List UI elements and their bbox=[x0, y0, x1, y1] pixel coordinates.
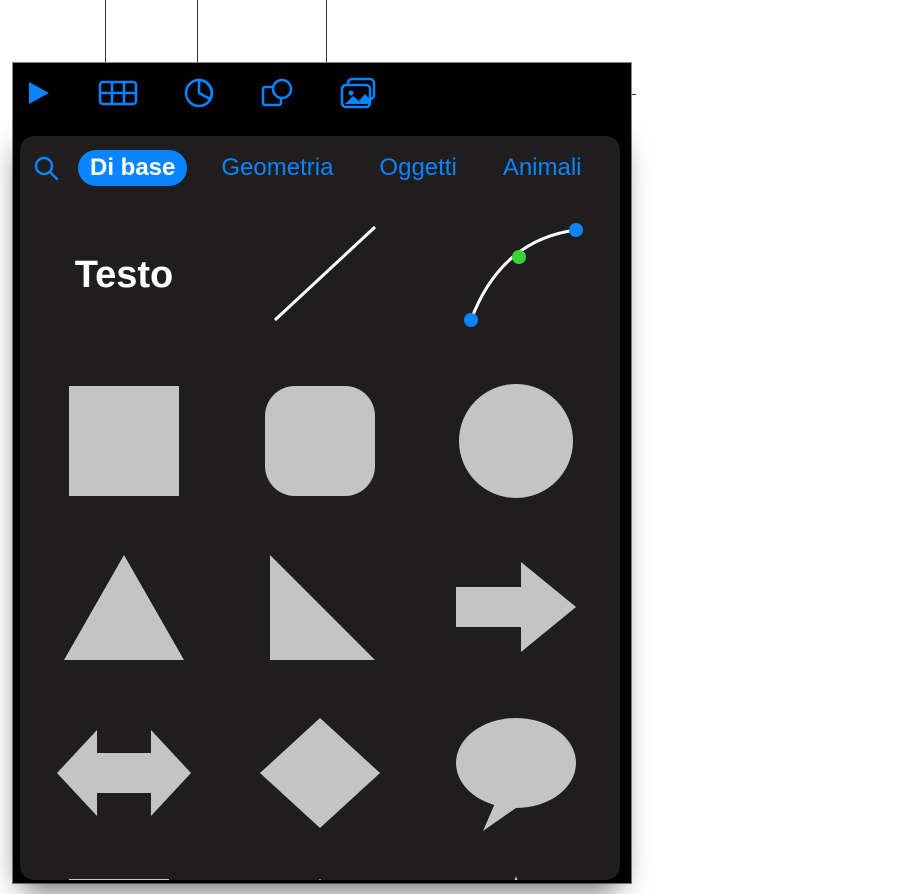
media-button[interactable] bbox=[339, 77, 379, 109]
shape-square[interactable] bbox=[44, 376, 204, 506]
shape-arrow-double[interactable] bbox=[44, 708, 204, 838]
table-button[interactable] bbox=[98, 78, 138, 108]
shape-row: Testo bbox=[44, 210, 596, 340]
shape-diamond[interactable] bbox=[240, 708, 400, 838]
shape-circle[interactable] bbox=[436, 376, 596, 506]
shape-star[interactable] bbox=[436, 874, 596, 880]
category-tab-animals[interactable]: Animali bbox=[491, 150, 594, 186]
search-icon[interactable] bbox=[32, 154, 60, 182]
shape-row bbox=[44, 376, 596, 506]
shape-triangle[interactable] bbox=[44, 542, 204, 672]
shape-speech-bubble[interactable] bbox=[436, 708, 596, 838]
toolbar bbox=[13, 63, 631, 123]
shape-row bbox=[44, 542, 596, 672]
category-tabs: Di base Geometria Oggetti Animali N bbox=[78, 150, 608, 186]
category-tab-geometry[interactable]: Geometria bbox=[209, 150, 345, 186]
shape-row bbox=[44, 708, 596, 838]
shape-arrow-right[interactable] bbox=[436, 542, 596, 672]
category-tab-objects[interactable]: Oggetti bbox=[367, 150, 468, 186]
callout-line bbox=[105, 0, 106, 62]
shapes-popover: Di base Geometria Oggetti Animali N Test… bbox=[20, 136, 620, 880]
category-row: Di base Geometria Oggetti Animali N bbox=[20, 136, 620, 200]
shape-label[interactable] bbox=[44, 874, 204, 880]
play-button[interactable] bbox=[23, 78, 53, 108]
shape-line[interactable] bbox=[240, 210, 400, 340]
chart-button[interactable] bbox=[183, 77, 215, 109]
callout-line bbox=[326, 0, 327, 62]
shape-button[interactable] bbox=[260, 77, 294, 109]
category-tab-basic[interactable]: Di base bbox=[78, 150, 187, 186]
shape-row bbox=[44, 874, 596, 880]
text-shape-label: Testo bbox=[75, 254, 174, 297]
shape-pentagon[interactable] bbox=[240, 874, 400, 880]
shape-rounded-square[interactable] bbox=[240, 376, 400, 506]
shape-bezier[interactable] bbox=[436, 210, 596, 340]
callout-line bbox=[197, 0, 198, 62]
shape-grid: Testo bbox=[20, 200, 620, 880]
shape-text[interactable]: Testo bbox=[44, 210, 204, 340]
shape-right-triangle[interactable] bbox=[240, 542, 400, 672]
